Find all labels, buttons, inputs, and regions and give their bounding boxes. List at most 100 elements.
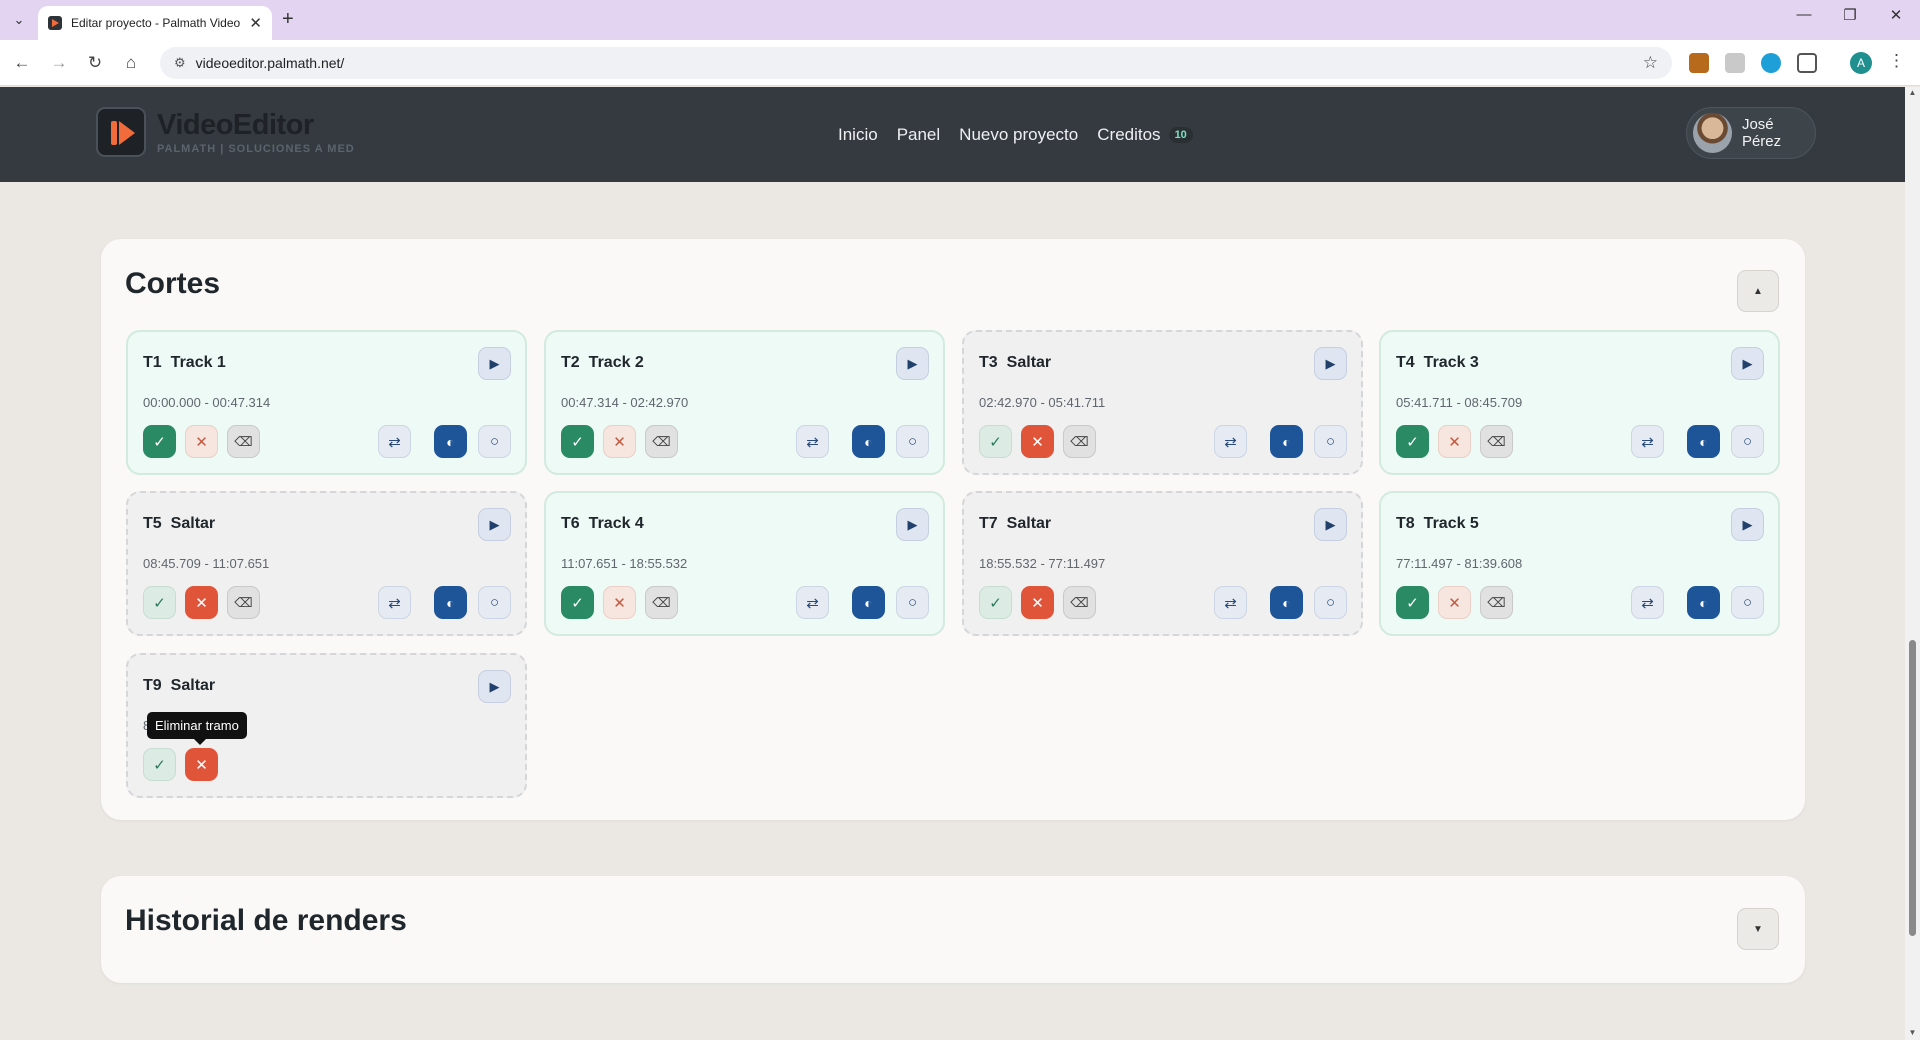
half-circle-icon[interactable]: ◐ xyxy=(852,586,885,619)
address-bar[interactable]: ⚙ videoeditor.palmath.net/ ☆ xyxy=(160,47,1672,79)
new-tab-icon[interactable]: + xyxy=(282,8,294,31)
scroll-down-icon[interactable]: ▼ xyxy=(1906,1028,1919,1037)
forward-icon[interactable]: → xyxy=(48,52,70,74)
swap-icon[interactable]: ⇄ xyxy=(378,425,411,458)
play-icon[interactable]: ▶ xyxy=(478,508,511,541)
play-icon[interactable]: ▶ xyxy=(896,508,929,541)
track-card[interactable]: T3 Saltar ▶ 02:42.970 - 05:41.711 ✓ ✕ ⌫ ⇄ ◐ ○ xyxy=(962,330,1363,475)
backspace-icon[interactable]: ⌫ xyxy=(1480,586,1513,619)
home-icon[interactable]: ⌂ xyxy=(120,52,142,74)
window-close-icon[interactable]: ✕ xyxy=(1876,6,1916,24)
keep-check-icon[interactable]: ✓ xyxy=(143,748,176,781)
tab-search-icon[interactable]: ⌄ xyxy=(8,9,30,31)
circle-icon[interactable]: ○ xyxy=(478,425,511,458)
skip-x-icon[interactable]: ✕ xyxy=(603,425,636,458)
half-circle-icon[interactable]: ◐ xyxy=(852,425,885,458)
circle-icon[interactable]: ○ xyxy=(1731,425,1764,458)
keep-check-icon[interactable]: ✓ xyxy=(561,586,594,619)
skip-x-icon[interactable]: ✕ xyxy=(185,586,218,619)
skip-x-icon[interactable]: ✕ xyxy=(1438,425,1471,458)
download-icon[interactable] xyxy=(1761,53,1781,73)
profile-avatar[interactable]: A xyxy=(1850,52,1872,74)
half-circle-icon[interactable]: ◐ xyxy=(434,586,467,619)
scroll-up-icon[interactable]: ▲ xyxy=(1906,88,1919,97)
logo-icon[interactable] xyxy=(96,107,146,157)
nav-nuevo-proyecto[interactable]: Nuevo proyecto xyxy=(959,125,1078,145)
tab-close-icon[interactable]: ✕ xyxy=(249,14,262,32)
circle-icon[interactable]: ○ xyxy=(1314,425,1347,458)
track-card[interactable]: T1 Track 1 ▶ 00:00.000 - 00:47.314 ✓ ✕ ⌫ ⇄ ◐ ○ xyxy=(126,330,527,475)
skip-x-icon[interactable]: ✕ xyxy=(1021,425,1054,458)
collapse-cortes-button[interactable]: ▲ xyxy=(1737,270,1779,312)
nav-panel[interactable]: Panel xyxy=(897,125,940,145)
swap-icon[interactable]: ⇄ xyxy=(1631,586,1664,619)
track-card[interactable]: T4 Track 3 ▶ 05:41.711 - 08:45.709 ✓ ✕ ⌫ ⇄ ◐ ○ xyxy=(1379,330,1780,475)
keep-check-icon[interactable]: ✓ xyxy=(143,586,176,619)
half-circle-icon[interactable]: ◐ xyxy=(1270,586,1303,619)
backspace-icon[interactable]: ⌫ xyxy=(1480,425,1513,458)
circle-icon[interactable]: ○ xyxy=(896,586,929,619)
track-card[interactable]: T7 Saltar ▶ 18:55.532 - 77:11.497 ✓ ✕ ⌫ ⇄ ◐ ○ xyxy=(962,491,1363,636)
backspace-icon[interactable]: ⌫ xyxy=(1063,425,1096,458)
keep-check-icon[interactable]: ✓ xyxy=(143,425,176,458)
half-circle-icon[interactable]: ◐ xyxy=(1687,425,1720,458)
swap-icon[interactable]: ⇄ xyxy=(1214,586,1247,619)
play-icon[interactable]: ▶ xyxy=(896,347,929,380)
extensions-puzzle-icon[interactable] xyxy=(1797,53,1817,73)
skip-x-icon[interactable]: ✕ xyxy=(1438,586,1471,619)
half-circle-icon[interactable]: ◐ xyxy=(1270,425,1303,458)
logo-title[interactable]: VideoEditor xyxy=(157,109,314,142)
skip-x-icon[interactable]: ✕ xyxy=(1021,586,1054,619)
menu-dots-icon[interactable]: ⋮ xyxy=(1888,51,1905,71)
site-info-icon[interactable]: ⚙ xyxy=(174,55,186,71)
nav-inicio[interactable]: Inicio xyxy=(838,125,878,145)
user-menu[interactable]: José Pérez xyxy=(1686,107,1816,159)
reload-icon[interactable]: ↻ xyxy=(84,52,106,74)
extension-icon[interactable] xyxy=(1725,53,1745,73)
expand-historial-button[interactable]: ▼ xyxy=(1737,908,1779,950)
skip-x-icon[interactable]: ✕ xyxy=(603,586,636,619)
backspace-icon[interactable]: ⌫ xyxy=(645,586,678,619)
keep-check-icon[interactable]: ✓ xyxy=(979,425,1012,458)
minimize-icon[interactable]: — xyxy=(1784,6,1824,23)
keep-check-icon[interactable]: ✓ xyxy=(1396,586,1429,619)
keep-check-icon[interactable]: ✓ xyxy=(979,586,1012,619)
play-icon[interactable]: ▶ xyxy=(1314,347,1347,380)
track-card[interactable]: T2 Track 2 ▶ 00:47.314 - 02:42.970 ✓ ✕ ⌫ ⇄ ◐ ○ xyxy=(544,330,945,475)
backspace-icon[interactable]: ⌫ xyxy=(227,425,260,458)
skip-x-icon[interactable]: ✕ xyxy=(185,425,218,458)
play-icon[interactable]: ▶ xyxy=(1731,508,1764,541)
half-circle-icon[interactable]: ◐ xyxy=(434,425,467,458)
swap-icon[interactable]: ⇄ xyxy=(796,425,829,458)
play-icon[interactable]: ▶ xyxy=(478,347,511,380)
swap-icon[interactable]: ⇄ xyxy=(1631,425,1664,458)
scrollbar-thumb[interactable] xyxy=(1909,640,1916,936)
play-icon[interactable]: ▶ xyxy=(478,670,511,703)
play-icon[interactable]: ▶ xyxy=(1731,347,1764,380)
nav-creditos[interactable]: Creditos 10 xyxy=(1097,125,1193,145)
backspace-icon[interactable]: ⌫ xyxy=(227,586,260,619)
restore-icon[interactable]: ❐ xyxy=(1830,6,1870,24)
swap-icon[interactable]: ⇄ xyxy=(1214,425,1247,458)
browser-tab[interactable]: Editar proyecto - Palmath Video ✕ xyxy=(38,6,272,40)
back-icon[interactable]: ← xyxy=(11,52,33,74)
play-icon[interactable]: ▶ xyxy=(1314,508,1347,541)
main-nav: Inicio Panel Nuevo proyecto Creditos 10 xyxy=(838,125,1193,145)
bookmark-star-icon[interactable]: ☆ xyxy=(1643,53,1658,73)
circle-icon[interactable]: ○ xyxy=(1314,586,1347,619)
swap-icon[interactable]: ⇄ xyxy=(796,586,829,619)
track-card[interactable]: T8 Track 5 ▶ 77:11.497 - 81:39.608 ✓ ✕ ⌫ ⇄ ◐ ○ xyxy=(1379,491,1780,636)
half-circle-icon[interactable]: ◐ xyxy=(1687,586,1720,619)
track-card[interactable]: T5 Saltar ▶ 08:45.709 - 11:07.651 ✓ ✕ ⌫ ⇄ ◐ ○ xyxy=(126,491,527,636)
skip-x-icon[interactable]: ✕ xyxy=(185,748,218,781)
keep-check-icon[interactable]: ✓ xyxy=(1396,425,1429,458)
swap-icon[interactable]: ⇄ xyxy=(378,586,411,619)
backspace-icon[interactable]: ⌫ xyxy=(645,425,678,458)
extension-icon[interactable] xyxy=(1689,53,1709,73)
circle-icon[interactable]: ○ xyxy=(1731,586,1764,619)
circle-icon[interactable]: ○ xyxy=(896,425,929,458)
keep-check-icon[interactable]: ✓ xyxy=(561,425,594,458)
track-card[interactable]: T6 Track 4 ▶ 11:07.651 - 18:55.532 ✓ ✕ ⌫ ⇄ ◐ ○ xyxy=(544,491,945,636)
circle-icon[interactable]: ○ xyxy=(478,586,511,619)
backspace-icon[interactable]: ⌫ xyxy=(1063,586,1096,619)
